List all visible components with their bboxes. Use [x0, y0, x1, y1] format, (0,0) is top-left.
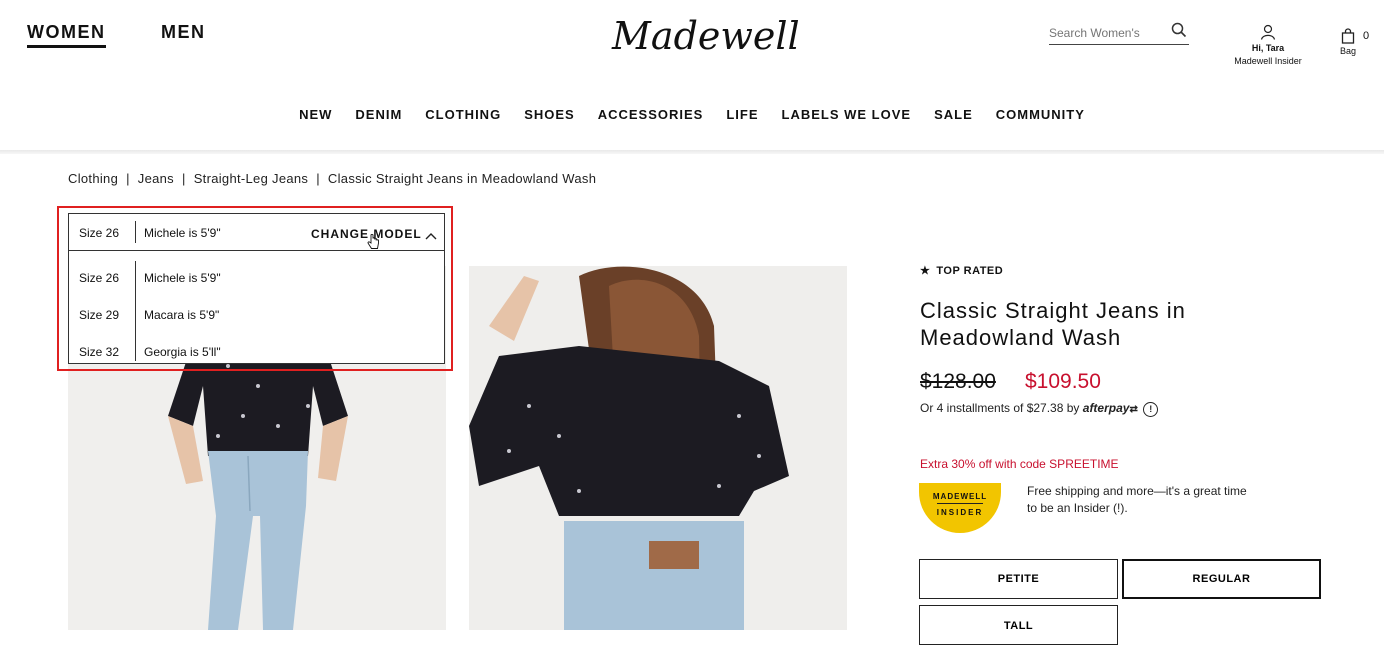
breadcrumb-straight-leg-jeans[interactable]: Straight-Leg Jeans — [194, 171, 309, 186]
madewell-insider-logo: MADEWELL INSIDER — [919, 483, 1001, 533]
insider-badge-bottom: INSIDER — [936, 508, 984, 517]
product-image-back[interactable] — [469, 266, 847, 630]
info-icon[interactable]: ! — [1143, 402, 1159, 417]
account-greeting: Hi, Tara — [1251, 43, 1285, 53]
bag-count: 0 — [1363, 30, 1370, 42]
search-input[interactable] — [1049, 26, 1167, 40]
star-icon: ★ — [920, 265, 931, 277]
promo-text: Extra 30% off with code SPREETIME — [920, 457, 1119, 471]
top-rated-badge: ★ TOP RATED — [920, 264, 1003, 277]
bag-icon — [1340, 28, 1356, 46]
tab-men[interactable]: MEN — [161, 22, 206, 43]
account-status: Madewell Insider — [1234, 56, 1302, 66]
divider — [937, 503, 983, 504]
main-nav: NEW DENIM CLOTHING SHOES ACCESSORIES LIF… — [0, 107, 1384, 122]
fit-regular-button[interactable]: REGULAR — [1122, 559, 1321, 599]
breadcrumb-separator: | — [126, 171, 130, 186]
nav-clothing[interactable]: CLOTHING — [425, 107, 501, 122]
installments-text: Or 4 installments of $27.38 by — [920, 401, 1080, 415]
nav-denim[interactable]: DENIM — [355, 107, 402, 122]
search-box — [1049, 22, 1189, 45]
insider-text: Free shipping and more—it's a great time… — [1027, 484, 1247, 515]
nav-life[interactable]: LIFE — [726, 107, 758, 122]
nav-labels-we-love[interactable]: LABELS WE LOVE — [782, 107, 912, 122]
sale-price: $109.50 — [1025, 370, 1101, 393]
tab-women[interactable]: WOMEN — [27, 22, 106, 48]
nav-new[interactable]: NEW — [299, 107, 332, 122]
insider-badge-top: MADEWELL — [932, 492, 988, 501]
nav-accessories[interactable]: ACCESSORIES — [598, 107, 704, 122]
user-icon — [1224, 24, 1312, 42]
fit-petite-button[interactable]: PETITE — [919, 559, 1118, 599]
nav-sale[interactable]: SALE — [934, 107, 973, 122]
bag-button[interactable]: Bag — [1340, 28, 1356, 56]
original-price: $128.00 — [920, 370, 996, 393]
breadcrumb: Clothing | Jeans | Straight-Leg Jeans | Classi… — [68, 171, 596, 186]
installments-info: Or 4 installments of $27.38 by afterpay⇄… — [920, 401, 1159, 417]
product-title: Classic Straight Jeans in Meadowland Was… — [920, 298, 1186, 350]
hand-cursor-icon — [367, 233, 380, 255]
afterpay-arrows-icon: ⇄ — [1129, 404, 1138, 415]
breadcrumb-clothing[interactable]: Clothing — [68, 171, 118, 186]
search-icon[interactable] — [1171, 22, 1187, 43]
account-menu[interactable]: Hi, Tara Madewell Insider — [1224, 24, 1312, 66]
breadcrumb-separator: | — [182, 171, 186, 186]
nav-shoes[interactable]: SHOES — [524, 107, 575, 122]
top-rated-label: TOP RATED — [936, 265, 1004, 277]
highlight-box — [57, 206, 453, 371]
nav-community[interactable]: COMMUNITY — [996, 107, 1085, 122]
madewell-logo[interactable]: Madewell — [612, 14, 800, 58]
header-divider — [0, 150, 1384, 154]
fit-tall-button[interactable]: TALL — [919, 605, 1118, 645]
breadcrumb-separator: | — [316, 171, 320, 186]
afterpay-logo: afterpay — [1082, 401, 1130, 415]
bag-label: Bag — [1340, 46, 1357, 56]
breadcrumb-current: Classic Straight Jeans in Meadowland Was… — [327, 171, 597, 186]
breadcrumb-jeans[interactable]: Jeans — [138, 171, 174, 186]
